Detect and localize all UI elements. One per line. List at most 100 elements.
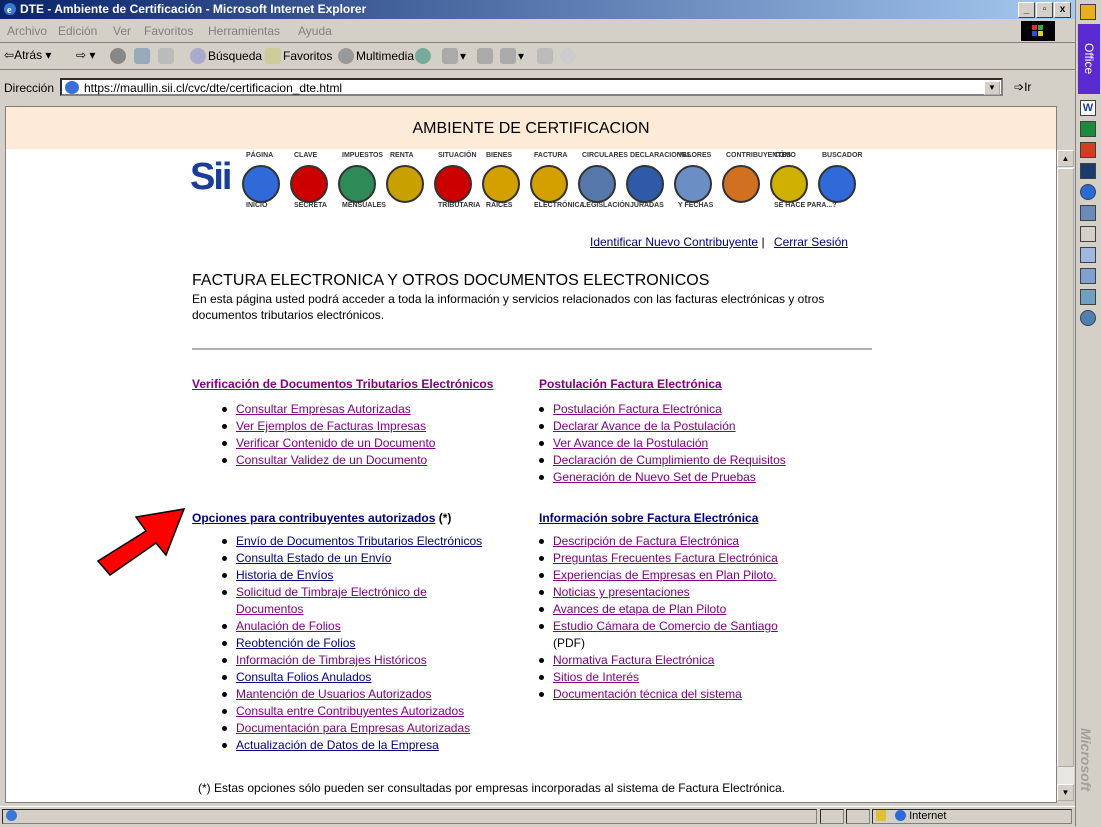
- opciones-link[interactable]: Solicitud de Timbraje Electrónico de Doc…: [236, 585, 427, 616]
- menu-herramientas[interactable]: Herramientas: [208, 24, 280, 38]
- outlook-icon[interactable]: [1080, 205, 1096, 221]
- discuss-icon: [537, 48, 553, 64]
- mail-button[interactable]: ▾: [442, 48, 466, 64]
- verificacion-link[interactable]: Verificar Contenido de un Documento: [236, 436, 435, 450]
- howto-icon[interactable]: [770, 165, 808, 203]
- go-button[interactable]: ➩Ir: [1014, 80, 1031, 94]
- find-icon[interactable]: [1080, 247, 1096, 263]
- laws-icon[interactable]: [578, 165, 616, 203]
- messenger-button[interactable]: [560, 48, 578, 64]
- shortcut-icon[interactable]: [1080, 289, 1096, 305]
- opciones-link[interactable]: Consulta entre Contribuyentes Autorizado…: [236, 704, 464, 718]
- taxes-icon[interactable]: [338, 165, 376, 203]
- informacion-link[interactable]: Preguntas Frecuentes Factura Electrónica: [553, 551, 778, 565]
- section-postulacion-title[interactable]: Postulación Factura Electrónica: [539, 377, 722, 391]
- access-icon[interactable]: [1080, 163, 1096, 179]
- home-button[interactable]: [158, 48, 176, 64]
- scroll-thumb[interactable]: [1057, 168, 1074, 767]
- menu-ayuda[interactable]: Ayuda: [298, 24, 332, 38]
- search-icon[interactable]: [818, 165, 856, 203]
- opciones-link[interactable]: Anulación de Folios: [236, 619, 341, 633]
- list-item: Ver Ejemplos de Facturas Impresas: [192, 418, 435, 435]
- edit-button[interactable]: ▾: [500, 48, 524, 64]
- multimedia-button[interactable]: Multimedia: [338, 48, 414, 64]
- notes-icon[interactable]: [1080, 226, 1096, 242]
- section-informacion-title[interactable]: Información sobre Factura Electrónica: [539, 511, 758, 525]
- informacion-link[interactable]: Experiencias de Empresas en Plan Piloto.: [553, 568, 776, 582]
- informacion-link[interactable]: Sitios de Interés: [553, 670, 639, 684]
- address-dropdown-button[interactable]: ▼: [984, 81, 1000, 95]
- informacion-list: Descripción de Factura Electrónica Pregu…: [509, 533, 849, 703]
- opciones-link[interactable]: Historia de Envíos: [236, 568, 333, 582]
- vertical-scrollbar[interactable]: ▲ ▼: [1057, 150, 1074, 801]
- postulacion-link[interactable]: Ver Avance de la Postulación: [553, 436, 708, 450]
- income-icon[interactable]: [386, 165, 424, 203]
- search-button[interactable]: Búsqueda: [190, 48, 262, 64]
- maximize-button[interactable]: ▫: [1036, 2, 1053, 18]
- opciones-link[interactable]: Documentación para Empresas Autorizadas: [236, 721, 470, 735]
- discuss-button[interactable]: [537, 48, 555, 64]
- declarations-icon[interactable]: [626, 165, 664, 203]
- identify-contributor-link[interactable]: Identificar Nuevo Contribuyente: [590, 235, 758, 249]
- informacion-link[interactable]: Normativa Factura Electrónica: [553, 653, 714, 667]
- dates-icon[interactable]: [674, 165, 712, 203]
- postulacion-link[interactable]: Generación de Nuevo Set de Pruebas: [553, 470, 756, 484]
- opciones-link[interactable]: Actualización de Datos de la Empresa: [236, 738, 439, 752]
- opciones-link[interactable]: Información de Timbrajes Históricos: [236, 653, 427, 667]
- contributors-icon[interactable]: [722, 165, 760, 203]
- key-icon[interactable]: [290, 165, 328, 203]
- verificacion-link[interactable]: Ver Ejemplos de Facturas Impresas: [236, 419, 426, 433]
- close-button[interactable]: x: [1054, 2, 1071, 18]
- menu-favoritos[interactable]: Favoritos: [144, 24, 193, 38]
- property-icon[interactable]: [482, 165, 520, 203]
- invoice-icon[interactable]: [530, 165, 568, 203]
- refresh-button[interactable]: [134, 48, 152, 64]
- menu-archivo[interactable]: Archivo: [7, 24, 47, 38]
- informacion-link[interactable]: Descripción de Factura Electrónica: [553, 534, 739, 548]
- menu-edicion[interactable]: Edición: [58, 24, 97, 38]
- internet-explorer-icon[interactable]: [1080, 184, 1096, 200]
- informacion-link[interactable]: Estudio Cámara de Comercio de Santiago: [553, 619, 778, 633]
- postulacion-link[interactable]: Postulación Factura Electrónica: [553, 402, 722, 416]
- opciones-link[interactable]: Consulta Folios Anulados: [236, 670, 371, 684]
- list-item: Declarar Avance de la Postulación: [509, 418, 786, 435]
- logout-link[interactable]: Cerrar Sesión: [774, 235, 848, 249]
- postulacion-link[interactable]: Declarar Avance de la Postulación: [553, 419, 736, 433]
- menu-ver[interactable]: Ver: [113, 24, 131, 38]
- messenger-icon: [560, 48, 576, 64]
- verificacion-link[interactable]: Consultar Validez de un Documento: [236, 453, 427, 467]
- title-bar: e DTE - Ambiente de Certificación - Micr…: [0, 0, 1075, 19]
- favorites-button[interactable]: Favoritos: [265, 48, 332, 64]
- office-menu-icon[interactable]: [1080, 4, 1096, 20]
- shortcut-icon[interactable]: [1080, 268, 1096, 284]
- opciones-link[interactable]: Reobtención de Folios: [236, 636, 355, 650]
- opciones-title-link[interactable]: Opciones para contribuyentes autorizados: [192, 511, 435, 525]
- back-button[interactable]: ⇦Atrás ▾: [4, 48, 51, 62]
- opciones-link[interactable]: Consulta Estado de un Envío: [236, 551, 391, 565]
- informacion-link[interactable]: Avances de etapa de Plan Piloto: [553, 602, 726, 616]
- globe-icon[interactable]: [1080, 310, 1096, 326]
- print-button[interactable]: [477, 48, 495, 64]
- home-icon[interactable]: [242, 165, 280, 203]
- sii-logo[interactable]: Sii: [190, 156, 242, 198]
- opciones-link[interactable]: Envío de Documentos Tributarios Electrón…: [236, 534, 482, 548]
- informacion-link[interactable]: Documentación técnica del sistema: [553, 687, 742, 701]
- page-intro: En esta página usted podrá acceder a tod…: [192, 292, 825, 322]
- postulacion-link[interactable]: Declaración de Cumplimiento de Requisito…: [553, 453, 786, 467]
- section-verificacion-title[interactable]: Verificación de Documentos Tributarios E…: [192, 377, 493, 391]
- address-input[interactable]: https://maullin.sii.cl/cvc/dte/certifica…: [60, 78, 1003, 96]
- scroll-up-button[interactable]: ▲: [1057, 150, 1074, 167]
- minimize-button[interactable]: _: [1018, 2, 1035, 18]
- stop-button[interactable]: [110, 48, 128, 64]
- forward-button[interactable]: ⇨ ▾: [76, 48, 95, 62]
- mail-icon: [442, 48, 458, 64]
- status-icon[interactable]: [434, 165, 472, 203]
- scroll-down-button[interactable]: ▼: [1057, 784, 1074, 801]
- history-button[interactable]: [415, 48, 433, 64]
- informacion-link[interactable]: Noticias y presentaciones: [553, 585, 690, 599]
- powerpoint-icon[interactable]: [1080, 142, 1096, 158]
- excel-icon[interactable]: [1080, 121, 1096, 137]
- verificacion-link[interactable]: Consultar Empresas Autorizadas: [236, 402, 411, 416]
- word-icon[interactable]: W: [1080, 100, 1096, 116]
- opciones-link[interactable]: Mantención de Usuarios Autorizados: [236, 687, 431, 701]
